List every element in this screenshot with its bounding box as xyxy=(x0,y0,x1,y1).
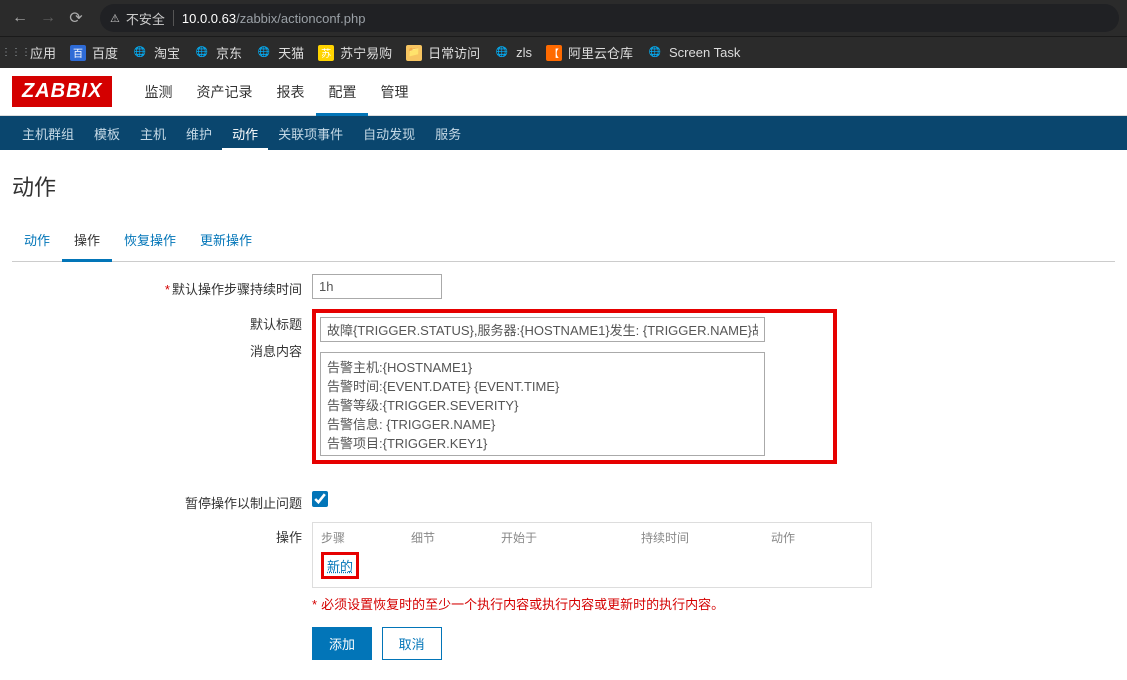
bookmark-icon: 📁 xyxy=(406,45,422,61)
bookmark-item[interactable]: 🌐 Screen Task xyxy=(647,45,740,61)
bookmark-icon: 苏 xyxy=(318,45,334,61)
ops-col-step: 步骤 xyxy=(321,529,411,546)
operations-table: 步骤 细节 开始于 持续时间 动作 新的 xyxy=(312,522,872,588)
bookmark-item[interactable]: 🌐 京东 xyxy=(194,43,242,62)
ops-col-action: 动作 xyxy=(771,529,863,546)
bookmark-label: Screen Task xyxy=(669,45,740,60)
ops-col-duration: 持续时间 xyxy=(641,529,771,546)
security-label: 不安全 xyxy=(126,9,165,28)
main-nav-item[interactable]: 配置 xyxy=(316,68,368,116)
bookmark-label: 百度 xyxy=(92,43,118,62)
bookmark-icon: ⋮⋮⋮ xyxy=(8,45,24,61)
sub-nav-item[interactable]: 自动发现 xyxy=(353,116,425,151)
warn-icon: ⚠ xyxy=(110,12,120,25)
ops-col-detail: 细节 xyxy=(411,529,501,546)
bookmark-label: 阿里云仓库 xyxy=(568,43,633,62)
main-nav-item[interactable]: 管理 xyxy=(368,68,420,116)
config-tab[interactable]: 更新操作 xyxy=(188,220,264,261)
bookmark-item[interactable]: 🌐 天猫 xyxy=(256,43,304,62)
ops-header-row: 步骤 细节 开始于 持续时间 动作 xyxy=(313,523,871,552)
pause-label: 暂停操作以制止问题 xyxy=(12,488,312,512)
addr-separator xyxy=(173,10,174,26)
app-header: ZABBIX 监测资产记录报表配置管理 xyxy=(0,68,1127,116)
bookmark-icon: 【 xyxy=(546,45,562,61)
highlighted-fields xyxy=(312,309,837,464)
bookmark-label: 淘宝 xyxy=(154,43,180,62)
reload-icon[interactable]: ⟳ xyxy=(64,6,88,30)
new-operation-link[interactable]: 新的 xyxy=(327,559,353,574)
sub-nav-item[interactable]: 动作 xyxy=(222,116,268,151)
url-host: 10.0.0.63 xyxy=(182,11,236,26)
bookmark-item[interactable]: 🌐 淘宝 xyxy=(132,43,180,62)
main-nav-item[interactable]: 资产记录 xyxy=(184,68,264,116)
bookmark-icon: 百 xyxy=(70,45,86,61)
new-highlight: 新的 xyxy=(321,552,359,579)
ops-col-start: 开始于 xyxy=(501,529,641,546)
page-title: 动作 xyxy=(12,160,1115,220)
subject-label: 默认标题 xyxy=(12,309,312,333)
main-nav: 监测资产记录报表配置管理 xyxy=(132,68,420,116)
bookmark-label: 日常访问 xyxy=(428,43,480,62)
bookmarks-bar: ⋮⋮⋮ 应用百百度 🌐 淘宝 🌐 京东 🌐 天猫苏苏宁易购 📁 日常访问 🌐 zls 【阿里云仓库 🌐 Sc… xyxy=(0,36,1127,68)
bookmark-label: 苏宁易购 xyxy=(340,43,392,62)
bookmark-item[interactable]: 苏苏宁易购 xyxy=(318,43,392,62)
cancel-button[interactable]: 取消 xyxy=(382,627,442,660)
browser-toolbar: ← → ⟳ ⚠ 不安全 10.0.0.63/zabbix/actionconf.… xyxy=(0,0,1127,36)
subject-input[interactable] xyxy=(320,317,765,342)
bookmark-item[interactable]: 百百度 xyxy=(70,43,118,62)
sub-nav-item[interactable]: 服务 xyxy=(425,116,471,151)
sub-nav: 主机群组模板主机维护动作关联项事件自动发现服务 xyxy=(0,116,1127,150)
bookmark-icon: 🌐 xyxy=(256,45,272,61)
main-nav-item[interactable]: 报表 xyxy=(264,68,316,116)
bookmark-label: 京东 xyxy=(216,43,242,62)
validation-warning: *必须设置恢复时的至少一个执行内容或执行内容或更新时的执行内容。 xyxy=(312,594,1115,613)
bookmark-label: 应用 xyxy=(30,43,56,62)
forward-icon[interactable]: → xyxy=(36,6,60,30)
sub-nav-item[interactable]: 关联项事件 xyxy=(268,116,353,151)
pause-checkbox[interactable] xyxy=(312,491,328,507)
message-textarea[interactable] xyxy=(320,352,765,456)
sub-nav-item[interactable]: 主机群组 xyxy=(12,116,84,151)
config-tab[interactable]: 动作 xyxy=(12,220,62,261)
sub-nav-item[interactable]: 维护 xyxy=(176,116,222,151)
bookmark-icon: 🌐 xyxy=(647,45,663,61)
duration-label: *默认操作步骤持续时间 xyxy=(12,274,312,298)
duration-input[interactable] xyxy=(312,274,442,299)
ops-label: 操作 xyxy=(12,522,312,546)
config-tab[interactable]: 操作 xyxy=(62,220,112,262)
bookmark-item[interactable]: 📁 日常访问 xyxy=(406,43,480,62)
sub-nav-item[interactable]: 模板 xyxy=(84,116,130,151)
bookmark-label: zls xyxy=(516,45,532,60)
bookmark-icon: 🌐 xyxy=(194,45,210,61)
bookmark-item[interactable]: 【阿里云仓库 xyxy=(546,43,633,62)
main-nav-item[interactable]: 监测 xyxy=(132,68,184,116)
add-button[interactable]: 添加 xyxy=(312,627,372,660)
sub-nav-item[interactable]: 主机 xyxy=(130,116,176,151)
url-path: /zabbix/actionconf.php xyxy=(236,11,365,26)
zabbix-logo[interactable]: ZABBIX xyxy=(12,76,112,107)
bookmark-label: 天猫 xyxy=(278,43,304,62)
config-tab[interactable]: 恢复操作 xyxy=(112,220,188,261)
address-bar[interactable]: ⚠ 不安全 10.0.0.63/zabbix/actionconf.php xyxy=(100,4,1119,32)
bookmark-icon: 🌐 xyxy=(494,45,510,61)
config-tabs: 动作操作恢复操作更新操作 xyxy=(12,220,1115,262)
bookmark-item[interactable]: ⋮⋮⋮ 应用 xyxy=(8,43,56,62)
back-icon[interactable]: ← xyxy=(8,6,32,30)
bookmark-item[interactable]: 🌐 zls xyxy=(494,45,532,61)
bookmark-icon: 🌐 xyxy=(132,45,148,61)
